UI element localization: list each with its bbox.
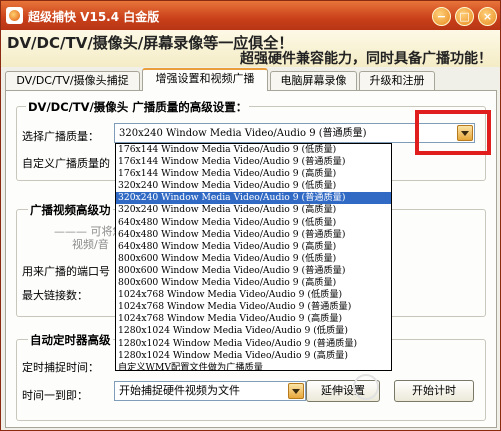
quality-select-value: 320x240 Window Media Video/Audio 9 (普通质量… (119, 128, 367, 139)
dropdown-option[interactable]: 176x144 Window Media Video/Audio 9 (低质量) (116, 144, 391, 156)
tab-bar: DV/DC/TV/摄像头捕捉 增强设置和视频广播 电脑屏幕录像 升级和注册 (5, 68, 497, 91)
video-broadcast-group-title: 广播视频高级功 (28, 202, 113, 218)
dropdown-option[interactable]: 1024x768 Window Media Video/Audio 9 (高质量… (116, 313, 391, 325)
quality-group-title: DV/DC/TV/摄像头 广播质量的高级设置： (26, 99, 250, 115)
dropdown-option[interactable]: 自定义WMV配置文件做为广播质量 (116, 362, 391, 374)
timer-group-title: 自动定时器高级 (28, 332, 113, 348)
dropdown-option[interactable]: 640x480 Window Media Video/Audio 9 (低质量) (116, 217, 391, 229)
dropdown-option[interactable]: 1024x768 Window Media Video/Audio 9 (普通质… (116, 301, 391, 313)
app-icon (6, 7, 23, 24)
quality-select-label: 选择广播质量： (22, 130, 99, 143)
dropdown-option[interactable]: 320x240 Window Media Video/Audio 9 (低质量) (116, 180, 391, 192)
dropdown-option[interactable]: 640x480 Window Media Video/Audio 9 (普通质量… (116, 229, 391, 241)
dropdown-option[interactable]: 1280x1024 Window Media Video/Audio 9 (低质… (116, 325, 391, 337)
window-title: 超级捕快 V15.4 白金版 (28, 10, 160, 24)
dropdown-option[interactable]: 1280x1024 Window Media Video/Audio 9 (普通… (116, 338, 391, 350)
custom-quality-label: 自定义广播质量的 (22, 157, 110, 170)
time-arrives-label: 时间一到即： (22, 389, 88, 402)
minimize-button[interactable]: − (432, 7, 451, 26)
dropdown-option[interactable]: 800x600 Window Media Video/Audio 9 (低质量) (116, 253, 391, 265)
dropdown-option[interactable]: 640x480 Window Media Video/Audio 9 (高质量) (116, 241, 391, 253)
maximize-button[interactable]: □ (455, 7, 474, 26)
capture-time-label: 定时捕捉时间： (22, 361, 99, 374)
tab-broadcast[interactable]: 增强设置和视频广播 (142, 68, 268, 91)
watermark-logo (353, 374, 379, 400)
annotation-highlight-box (415, 110, 491, 155)
tab-capture[interactable]: DV/DC/TV/摄像头捕捉 (5, 71, 140, 90)
port-label: 用来广播的端口号 (22, 265, 110, 278)
banner: DV/DC/TV/摄像头/屏幕录像等一应俱全！ 超强硬件兼容能力，同时具备广播功… (1, 30, 500, 67)
dropdown-option[interactable]: 176x144 Window Media Video/Audio 9 (普通质量… (116, 156, 391, 168)
dropdown-option[interactable]: 176x144 Window Media Video/Audio 9 (高质量) (116, 168, 391, 180)
maximize-icon: □ (459, 10, 470, 23)
close-button[interactable]: × (478, 7, 497, 26)
dropdown-option[interactable]: 800x600 Window Media Video/Audio 9 (高质量) (116, 277, 391, 289)
max-connections-label: 最大链接数： (22, 289, 88, 302)
start-timer-button[interactable]: 开始计时 (394, 380, 474, 402)
broadcast-hint-line2: 视频/音 (72, 238, 109, 251)
close-icon: × (482, 10, 493, 23)
banner-subline: 超强硬件兼容能力，同时具备广播功能！ (240, 51, 492, 67)
timer-action-select[interactable]: 开始捕捉硬件视频为文件 (114, 381, 306, 401)
quality-dropdown-list[interactable]: 176x144 Window Media Video/Audio 9 (低质量)… (115, 143, 392, 374)
chevron-down-icon[interactable] (288, 383, 304, 399)
main-window: 超级捕快 V15.4 白金版 − □ × DV/DC/TV/摄像头/屏幕录像等一… (0, 0, 501, 431)
timer-action-value: 开始捕捉硬件视频为文件 (119, 384, 240, 397)
minimize-icon: − (436, 10, 447, 23)
dropdown-option[interactable]: 320x240 Window Media Video/Audio 9 (高质量) (116, 204, 391, 216)
title-bar[interactable]: 超级捕快 V15.4 白金版 − □ × (1, 1, 500, 30)
tab-upgrade[interactable]: 升级和注册 (359, 71, 435, 90)
tab-screen-record[interactable]: 电脑屏幕录像 (270, 71, 357, 90)
dropdown-option[interactable]: 1280x1024 Window Media Video/Audio 9 (高质… (116, 350, 391, 362)
dropdown-option[interactable]: 1024x768 Window Media Video/Audio 9 (低质量… (116, 289, 391, 301)
dropdown-option[interactable]: 320x240 Window Media Video/Audio 9 (普通质量… (116, 192, 391, 205)
dropdown-option[interactable]: 800x600 Window Media Video/Audio 9 (普通质量… (116, 265, 391, 277)
